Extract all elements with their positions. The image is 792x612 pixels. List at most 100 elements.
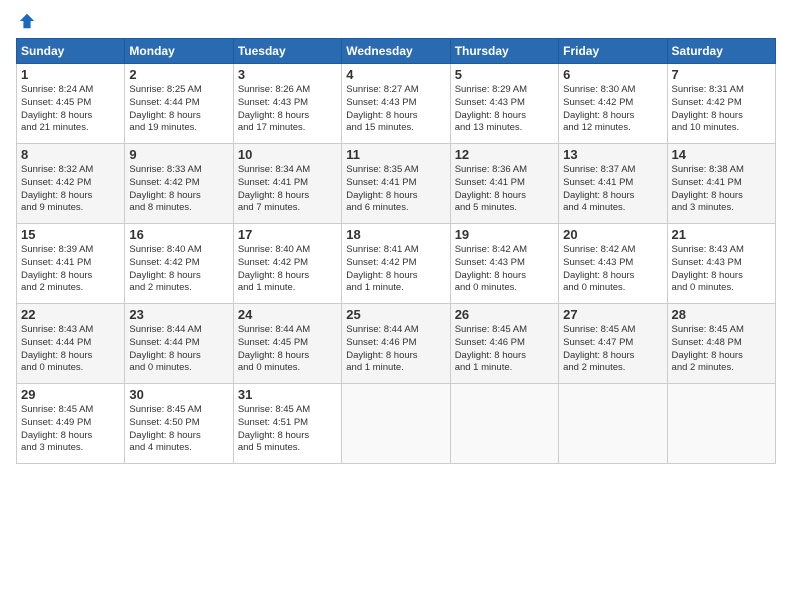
day-cell: 23 Sunrise: 8:44 AM Sunset: 4:44 PM Dayli…	[125, 304, 233, 384]
day-info: Sunrise: 8:39 AM Sunset: 4:41 PM Dayligh…	[21, 244, 120, 295]
day-cell: 6 Sunrise: 8:30 AM Sunset: 4:42 PM Daylig…	[559, 64, 667, 144]
day-cell: 18Sunrise: 8:41 AM Sunset: 4:42 PM Dayli…	[342, 224, 450, 304]
day-info: Sunrise: 8:45 AM Sunset: 4:49 PM Dayligh…	[21, 404, 120, 455]
col-header-wednesday: Wednesday	[342, 39, 450, 64]
day-info: Sunrise: 8:43 AM Sunset: 4:43 PM Dayligh…	[672, 244, 771, 295]
day-info: Sunrise: 8:37 AM Sunset: 4:41 PM Dayligh…	[563, 164, 662, 215]
day-number: 22	[21, 307, 120, 322]
day-cell: 17 Sunrise: 8:40 AM Sunset: 4:42 PM Dayli…	[233, 224, 341, 304]
day-number: 10	[238, 147, 337, 162]
day-number: 7	[672, 67, 771, 82]
day-info: Sunrise: 8:35 AM Sunset: 4:41 PM Dayligh…	[346, 164, 445, 215]
week-row-2: 8Sunrise: 8:32 AM Sunset: 4:42 PM Daylig…	[17, 144, 776, 224]
day-number: 2	[129, 67, 228, 82]
day-cell: 11 Sunrise: 8:35 AM Sunset: 4:41 PM Dayli…	[342, 144, 450, 224]
day-number: 16	[129, 227, 228, 242]
day-number: 26	[455, 307, 554, 322]
col-header-saturday: Saturday	[667, 39, 775, 64]
day-cell: 31 Sunrise: 8:45 AM Sunset: 4:51 PM Dayli…	[233, 384, 341, 464]
day-number: 15	[21, 227, 120, 242]
day-info: Sunrise: 8:41 AM Sunset: 4:42 PM Dayligh…	[346, 244, 445, 295]
day-number: 6	[563, 67, 662, 82]
day-info: Sunrise: 8:44 AM Sunset: 4:45 PM Dayligh…	[238, 324, 337, 375]
day-number: 13	[563, 147, 662, 162]
day-number: 4	[346, 67, 445, 82]
day-number: 12	[455, 147, 554, 162]
day-number: 28	[672, 307, 771, 322]
day-info: Sunrise: 8:40 AM Sunset: 4:42 PM Dayligh…	[238, 244, 337, 295]
day-cell: 15 Sunrise: 8:39 AM Sunset: 4:41 PM Dayli…	[17, 224, 125, 304]
header-row: SundayMondayTuesdayWednesdayThursdayFrid…	[17, 39, 776, 64]
day-cell: 2 Sunrise: 8:25 AM Sunset: 4:44 PM Daylig…	[125, 64, 233, 144]
day-cell: 22Sunrise: 8:43 AM Sunset: 4:44 PM Dayli…	[17, 304, 125, 384]
day-cell: 1 Sunrise: 8:24 AM Sunset: 4:45 PM Daylig…	[17, 64, 125, 144]
calendar-table: SundayMondayTuesdayWednesdayThursdayFrid…	[16, 38, 776, 464]
day-info: Sunrise: 8:42 AM Sunset: 4:43 PM Dayligh…	[563, 244, 662, 295]
day-cell	[450, 384, 558, 464]
day-cell: 25 Sunrise: 8:44 AM Sunset: 4:46 PM Dayli…	[342, 304, 450, 384]
day-number: 11	[346, 147, 445, 162]
day-number: 23	[129, 307, 228, 322]
day-info: Sunrise: 8:24 AM Sunset: 4:45 PM Dayligh…	[21, 84, 120, 135]
day-info: Sunrise: 8:44 AM Sunset: 4:46 PM Dayligh…	[346, 324, 445, 375]
day-info: Sunrise: 8:45 AM Sunset: 4:51 PM Dayligh…	[238, 404, 337, 455]
day-cell: 16 Sunrise: 8:40 AM Sunset: 4:42 PM Dayli…	[125, 224, 233, 304]
day-info: Sunrise: 8:40 AM Sunset: 4:42 PM Dayligh…	[129, 244, 228, 295]
day-number: 25	[346, 307, 445, 322]
logo	[16, 12, 36, 30]
day-info: Sunrise: 8:36 AM Sunset: 4:41 PM Dayligh…	[455, 164, 554, 215]
day-info: Sunrise: 8:44 AM Sunset: 4:44 PM Dayligh…	[129, 324, 228, 375]
day-cell: 19Sunrise: 8:42 AM Sunset: 4:43 PM Dayli…	[450, 224, 558, 304]
week-row-1: 1 Sunrise: 8:24 AM Sunset: 4:45 PM Daylig…	[17, 64, 776, 144]
day-number: 31	[238, 387, 337, 402]
col-header-sunday: Sunday	[17, 39, 125, 64]
logo-text	[16, 12, 36, 30]
day-cell: 30Sunrise: 8:45 AM Sunset: 4:50 PM Dayli…	[125, 384, 233, 464]
day-number: 8	[21, 147, 120, 162]
day-cell: 7 Sunrise: 8:31 AM Sunset: 4:42 PM Daylig…	[667, 64, 775, 144]
day-cell: 24 Sunrise: 8:44 AM Sunset: 4:45 PM Dayli…	[233, 304, 341, 384]
day-info: Sunrise: 8:26 AM Sunset: 4:43 PM Dayligh…	[238, 84, 337, 135]
day-info: Sunrise: 8:45 AM Sunset: 4:47 PM Dayligh…	[563, 324, 662, 375]
day-cell: 27 Sunrise: 8:45 AM Sunset: 4:47 PM Dayli…	[559, 304, 667, 384]
day-cell: 29 Sunrise: 8:45 AM Sunset: 4:49 PM Dayli…	[17, 384, 125, 464]
day-number: 29	[21, 387, 120, 402]
week-row-5: 29 Sunrise: 8:45 AM Sunset: 4:49 PM Dayli…	[17, 384, 776, 464]
day-number: 14	[672, 147, 771, 162]
day-number: 30	[129, 387, 228, 402]
day-cell: 14 Sunrise: 8:38 AM Sunset: 4:41 PM Dayli…	[667, 144, 775, 224]
day-number: 17	[238, 227, 337, 242]
day-info: Sunrise: 8:38 AM Sunset: 4:41 PM Dayligh…	[672, 164, 771, 215]
day-cell: 13 Sunrise: 8:37 AM Sunset: 4:41 PM Dayli…	[559, 144, 667, 224]
day-cell: 12 Sunrise: 8:36 AM Sunset: 4:41 PM Dayli…	[450, 144, 558, 224]
col-header-thursday: Thursday	[450, 39, 558, 64]
page-container: SundayMondayTuesdayWednesdayThursdayFrid…	[0, 0, 792, 472]
logo-icon	[18, 12, 36, 30]
day-info: Sunrise: 8:34 AM Sunset: 4:41 PM Dayligh…	[238, 164, 337, 215]
day-number: 1	[21, 67, 120, 82]
week-row-4: 22Sunrise: 8:43 AM Sunset: 4:44 PM Dayli…	[17, 304, 776, 384]
week-row-3: 15 Sunrise: 8:39 AM Sunset: 4:41 PM Dayli…	[17, 224, 776, 304]
day-cell: 20 Sunrise: 8:42 AM Sunset: 4:43 PM Dayli…	[559, 224, 667, 304]
col-header-friday: Friday	[559, 39, 667, 64]
day-cell: 8Sunrise: 8:32 AM Sunset: 4:42 PM Daylig…	[17, 144, 125, 224]
day-number: 5	[455, 67, 554, 82]
day-cell	[559, 384, 667, 464]
day-cell: 10 Sunrise: 8:34 AM Sunset: 4:41 PM Dayli…	[233, 144, 341, 224]
day-info: Sunrise: 8:30 AM Sunset: 4:42 PM Dayligh…	[563, 84, 662, 135]
day-cell: 21Sunrise: 8:43 AM Sunset: 4:43 PM Dayli…	[667, 224, 775, 304]
day-info: Sunrise: 8:45 AM Sunset: 4:46 PM Dayligh…	[455, 324, 554, 375]
day-cell: 4Sunrise: 8:27 AM Sunset: 4:43 PM Daylig…	[342, 64, 450, 144]
day-number: 9	[129, 147, 228, 162]
day-info: Sunrise: 8:33 AM Sunset: 4:42 PM Dayligh…	[129, 164, 228, 215]
day-number: 19	[455, 227, 554, 242]
day-number: 3	[238, 67, 337, 82]
day-number: 20	[563, 227, 662, 242]
day-number: 27	[563, 307, 662, 322]
day-number: 24	[238, 307, 337, 322]
day-info: Sunrise: 8:31 AM Sunset: 4:42 PM Dayligh…	[672, 84, 771, 135]
day-info: Sunrise: 8:45 AM Sunset: 4:48 PM Dayligh…	[672, 324, 771, 375]
day-info: Sunrise: 8:25 AM Sunset: 4:44 PM Dayligh…	[129, 84, 228, 135]
day-cell: 26 Sunrise: 8:45 AM Sunset: 4:46 PM Dayli…	[450, 304, 558, 384]
day-cell	[342, 384, 450, 464]
